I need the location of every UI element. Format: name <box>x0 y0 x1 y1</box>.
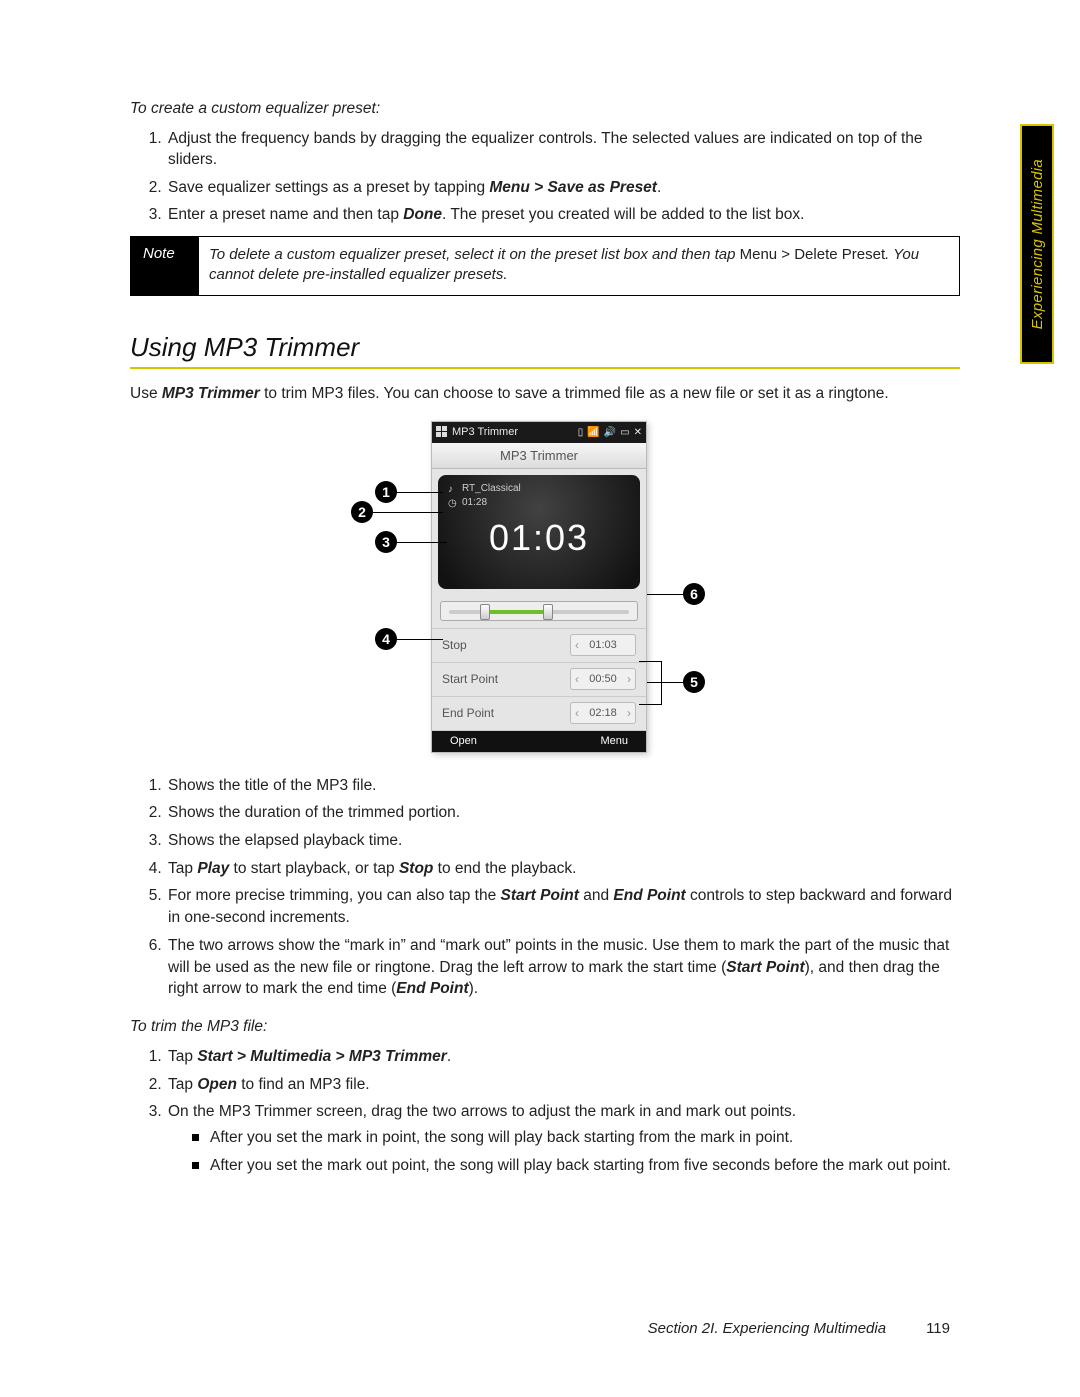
status-icons: ▯ 📶 🔊 ▭ ✕ <box>578 427 642 438</box>
note-label: Note <box>131 237 199 296</box>
mark-out-handle[interactable] <box>543 604 553 620</box>
soft-key-menu[interactable]: Menu <box>600 735 628 747</box>
start-point-value[interactable]: 00:50 <box>570 668 636 690</box>
note-box: Note To delete a custom equalizer preset… <box>130 236 960 297</box>
page-footer: Section 2I. Experiencing Multimedia 119 <box>648 1320 950 1337</box>
trim-step-1: Tap Start > Multimedia > MP3 Trimmer. <box>166 1046 960 1068</box>
eq-preset-heading: To create a custom equalizer preset: <box>130 100 960 118</box>
legend-2: Shows the duration of the trimmed portio… <box>166 802 960 824</box>
callout-3: 3 <box>375 531 397 553</box>
phone-figure: MP3 Trimmer ▯ 📶 🔊 ▭ ✕ MP3 Trimmer ♪ RT_C… <box>285 421 805 761</box>
phone-mock: MP3 Trimmer ▯ 📶 🔊 ▭ ✕ MP3 Trimmer ♪ RT_C… <box>431 421 647 753</box>
duration-row: ◷ 01:28 <box>448 497 487 508</box>
callout-line-3 <box>397 542 447 543</box>
eq-step-2: Save equalizer settings as a preset by t… <box>166 177 960 198</box>
eq-step-3: Enter a preset name and then tap Done. T… <box>166 204 960 225</box>
callout-line-1 <box>397 492 443 493</box>
clock-icon: ◷ <box>448 498 458 508</box>
file-row: ♪ RT_Classical <box>448 483 521 494</box>
eq-steps-list: Adjust the frequency bands by dragging t… <box>130 128 960 226</box>
section-rule <box>130 367 960 369</box>
volume-icon: 🔊 <box>604 427 616 438</box>
soft-key-bar: Open Menu <box>432 731 646 752</box>
end-point-row[interactable]: End Point 02:18 <box>432 697 646 731</box>
duration: 01:28 <box>462 497 487 508</box>
soft-key-open[interactable]: Open <box>450 735 477 747</box>
section-heading: Using MP3 Trimmer <box>130 332 960 363</box>
signal-icon: ▯ <box>578 427 584 438</box>
callout-bracket-5v <box>661 661 662 705</box>
callout-1: 1 <box>375 481 397 503</box>
status-bar: MP3 Trimmer ▯ 📶 🔊 ▭ ✕ <box>432 422 646 443</box>
callout-bracket-5t <box>639 661 661 662</box>
callout-5: 5 <box>683 671 705 693</box>
footer-page-number: 119 <box>926 1320 950 1337</box>
eq-step-1: Adjust the frequency bands by dragging t… <box>166 128 960 171</box>
callout-line-6 <box>647 594 683 595</box>
trim-step-3: On the MP3 Trimmer screen, drag the two … <box>166 1101 960 1176</box>
footer-section: Section 2I. Experiencing Multimedia <box>648 1320 886 1337</box>
legend-5: For more precise trimming, you can also … <box>166 885 960 928</box>
trim-step-3-sublist: After you set the mark in point, the son… <box>168 1127 960 1176</box>
intro-paragraph: Use MP3 Trimmer to trim MP3 files. You c… <box>130 383 960 405</box>
windows-icon <box>436 426 448 438</box>
slider-row <box>432 595 646 628</box>
start-point-row[interactable]: Start Point 00:50 <box>432 663 646 697</box>
trim-slider[interactable] <box>440 601 638 621</box>
play-time-value: 01:03 <box>570 634 636 656</box>
end-point-value[interactable]: 02:18 <box>570 702 636 724</box>
play-row[interactable]: Stop 01:03 <box>432 629 646 663</box>
callout-6: 6 <box>683 583 705 605</box>
callout-bracket-5b <box>639 704 661 705</box>
legend-3: Shows the elapsed playback time. <box>166 830 960 852</box>
file-name: RT_Classical <box>462 483 521 494</box>
screen-title: MP3 Trimmer <box>432 443 646 470</box>
trim-heading: To trim the MP3 file: <box>130 1018 960 1036</box>
trim-step-2: Tap Open to find an MP3 file. <box>166 1074 960 1096</box>
legend-4: Tap Play to start playback, or tap Stop … <box>166 858 960 880</box>
note-body: To delete a custom equalizer preset, sel… <box>199 237 959 296</box>
trim-step-3-bullet-2: After you set the mark out point, the so… <box>192 1155 960 1177</box>
callout-line-5 <box>647 682 683 683</box>
trim-step-3-bullet-1: After you set the mark in point, the son… <box>192 1127 960 1149</box>
start-point-label: Start Point <box>442 672 498 686</box>
legend-list: Shows the title of the MP3 file. Shows t… <box>130 775 960 1000</box>
side-tab-label: Experiencing Multimedia <box>1029 159 1046 329</box>
status-title: MP3 Trimmer <box>452 426 518 438</box>
callout-4: 4 <box>375 628 397 650</box>
callout-line-4 <box>397 639 443 640</box>
battery-icon: ▭ <box>620 427 629 438</box>
legend-1: Shows the title of the MP3 file. <box>166 775 960 797</box>
legend-6: The two arrows show the “mark in” and “m… <box>166 935 960 1000</box>
callout-2: 2 <box>351 501 373 523</box>
play-stop-label: Stop <box>442 638 467 652</box>
antenna-icon: 📶 <box>587 427 599 438</box>
callout-line-2 <box>373 512 443 513</box>
side-tab: Experiencing Multimedia <box>1020 124 1054 364</box>
trim-steps-list: Tap Start > Multimedia > MP3 Trimmer. Ta… <box>130 1046 960 1176</box>
close-icon: ✕ <box>634 427 642 438</box>
mark-in-handle[interactable] <box>480 604 490 620</box>
playback-display: ♪ RT_Classical ◷ 01:28 01:03 <box>438 475 640 589</box>
elapsed-time: 01:03 <box>489 517 589 559</box>
end-point-label: End Point <box>442 706 494 720</box>
note-icon: ♪ <box>448 484 458 494</box>
